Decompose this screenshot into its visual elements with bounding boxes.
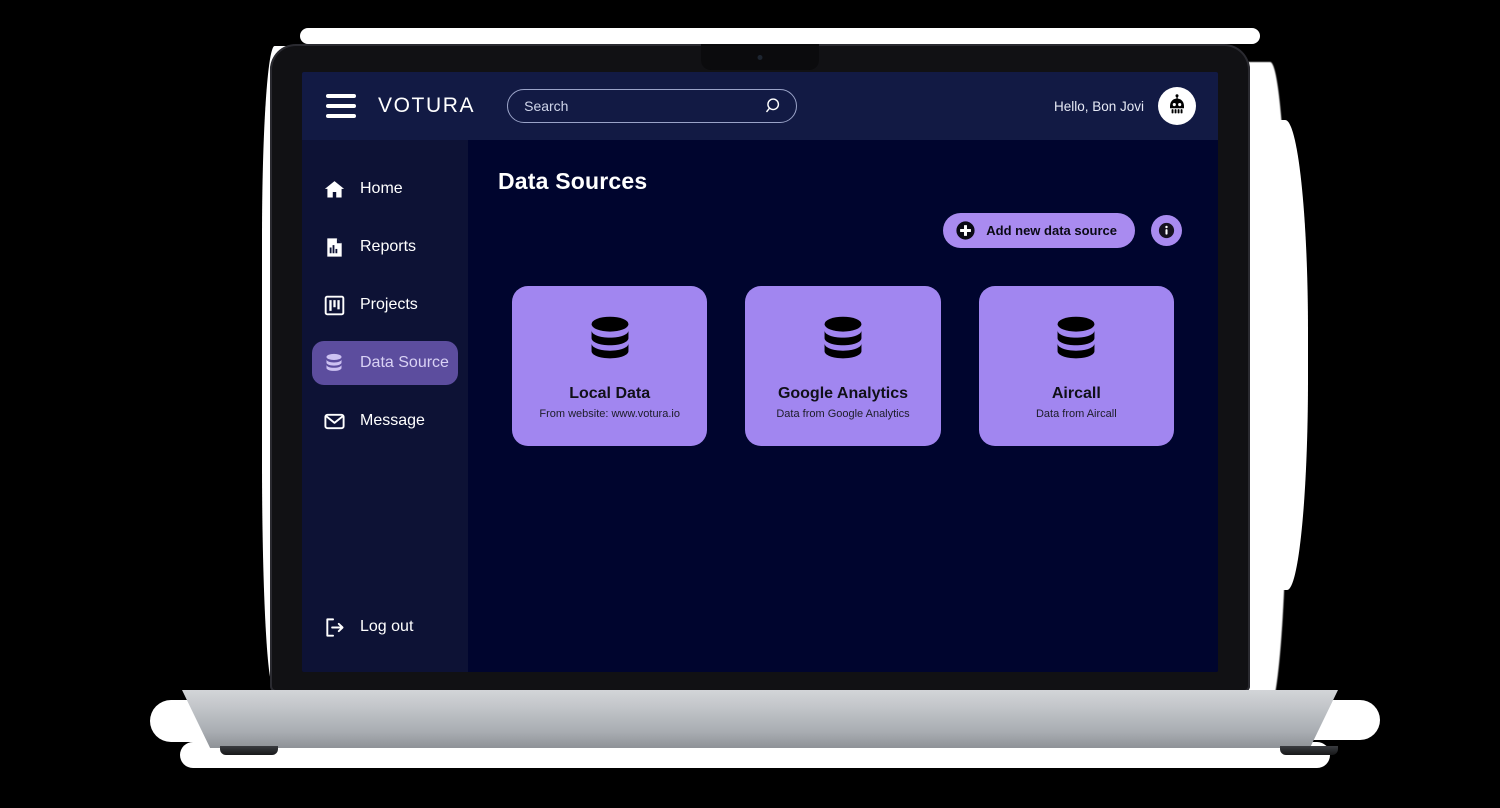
card-title: Aircall (1051, 385, 1101, 402)
add-new-data-source-button[interactable]: Add new data source (943, 213, 1135, 248)
logout-arrow-icon (322, 615, 346, 639)
add-button-label: Add new data source (986, 223, 1117, 238)
search-input[interactable] (524, 98, 765, 114)
robot-avatar-icon (1170, 94, 1184, 114)
laptop-glow (1245, 62, 1287, 712)
sidebar-item-label: Reports (360, 238, 417, 255)
card-subtitle: Data from Aircall (1035, 408, 1117, 420)
database-icon (322, 351, 346, 375)
sidebar-item-label: Projects (360, 296, 418, 313)
app-body: Home Reports Projects Data Source Messag… (302, 140, 1218, 672)
laptop-foot (1280, 746, 1338, 755)
sidebar-item-home[interactable]: Home (312, 167, 458, 211)
card-title: Local Data (569, 385, 651, 402)
sidebar-item-label: Message (360, 412, 425, 429)
report-document-icon (322, 235, 346, 259)
sidebar-item-label: Data Source (360, 354, 449, 371)
sidebar-item-label: Log out (360, 618, 414, 635)
data-source-card-list: Local Data From website: www.votura.io G… (498, 286, 1188, 446)
database-icon (1049, 312, 1103, 371)
avatar[interactable] (1158, 87, 1196, 125)
data-source-card[interactable]: Local Data From website: www.votura.io (512, 286, 708, 446)
brand-logo: VOTURA (378, 94, 476, 117)
sidebar-item-message[interactable]: Message (312, 399, 458, 443)
search-bar[interactable] (507, 89, 798, 123)
sidebar-nav: Home Reports Projects Data Source Messag… (302, 162, 468, 448)
kanban-board-icon (322, 293, 346, 317)
search-icon[interactable] (764, 96, 784, 116)
hamburger-menu-icon[interactable] (326, 94, 356, 118)
sidebar-item-label: Home (360, 180, 403, 197)
sidebar-item-projects[interactable]: Projects (312, 283, 458, 327)
laptop-lid: VOTURA Hello, Bon Jovi (270, 44, 1250, 692)
app-header: VOTURA Hello, Bon Jovi (302, 72, 1218, 140)
sidebar: Home Reports Projects Data Source Messag… (302, 140, 468, 672)
data-source-card[interactable]: Aircall Data from Aircall (978, 286, 1174, 446)
page-title: Data Sources (498, 168, 648, 194)
data-source-card[interactable]: Google Analytics Data from Google Analyt… (745, 286, 941, 446)
user-greeting: Hello, Bon Jovi (1053, 98, 1144, 114)
sidebar-item-data-source[interactable]: Data Source (312, 341, 458, 385)
database-icon (583, 312, 637, 371)
laptop-glow (300, 28, 1260, 44)
card-subtitle: From website: www.votura.io (539, 408, 680, 420)
info-circle-icon (1158, 222, 1175, 239)
laptop-base (182, 690, 1338, 748)
app-screen: VOTURA Hello, Bon Jovi (302, 72, 1218, 672)
envelope-icon (322, 409, 346, 433)
laptop-foot (220, 746, 278, 755)
sidebar-item-reports[interactable]: Reports (312, 225, 458, 269)
home-icon (322, 177, 346, 201)
plus-circle-icon (956, 221, 975, 240)
database-icon (816, 312, 870, 371)
header-user-area: Hello, Bon Jovi (1054, 87, 1196, 125)
laptop-glow (1270, 120, 1308, 590)
webcam-dot (757, 55, 763, 60)
card-title: Google Analytics (777, 385, 909, 402)
card-subtitle: Data from Google Analytics (776, 408, 910, 420)
content-actions: Add new data source (498, 213, 1188, 248)
sidebar-item-logout[interactable]: Log out (312, 605, 458, 649)
info-button[interactable] (1151, 215, 1182, 246)
screenshot-canvas: VOTURA Hello, Bon Jovi (0, 0, 1500, 808)
laptop-mockup: VOTURA Hello, Bon Jovi (182, 44, 1338, 755)
main-content: Data Sources Add new data source Local D… (468, 140, 1218, 672)
